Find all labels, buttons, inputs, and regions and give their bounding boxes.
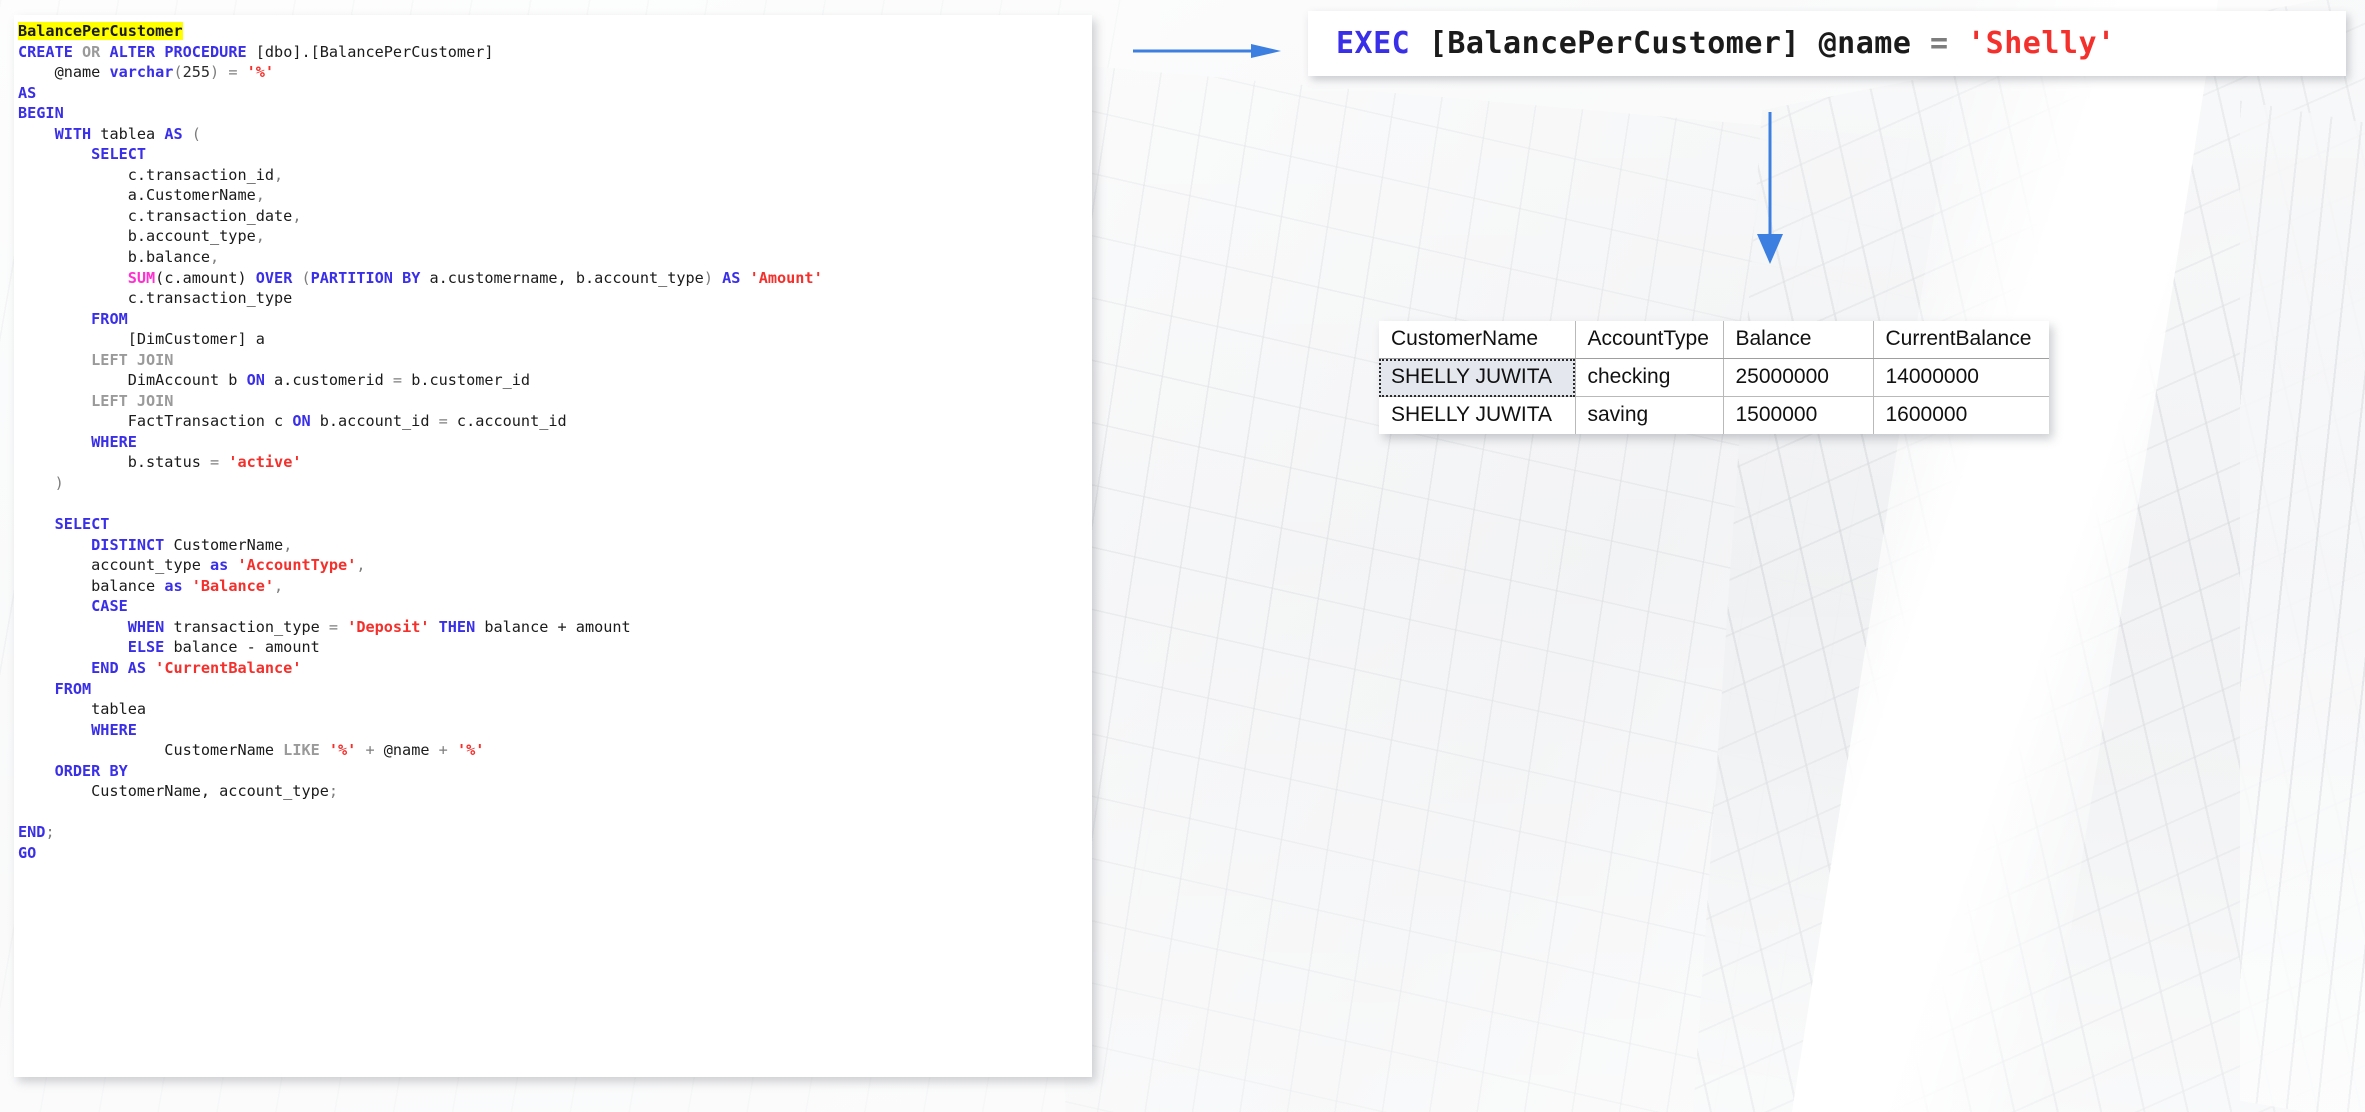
cell-customername[interactable]: SHELLY JUWITA — [1379, 396, 1576, 434]
arrow-down-icon — [1735, 112, 1805, 264]
code-line: b.balance, — [18, 248, 220, 267]
code-line: ORDER BY — [54, 761, 128, 780]
column-header-accounttype[interactable]: AccountType — [1575, 321, 1724, 359]
code-line: c.transaction_date, — [18, 206, 302, 225]
code-line: account_type as 'AccountType', — [18, 556, 366, 575]
code-line: a.CustomerName, — [18, 186, 265, 205]
slide-canvas: BalancePerCustomer CREATE OR ALTER PROCED… — [0, 0, 2365, 1112]
code-line: GO — [18, 843, 37, 862]
code-line: WHEN transaction_type = 'Deposit' THEN b… — [127, 617, 631, 636]
code-line: BEGIN — [18, 104, 64, 123]
cell-balance[interactable]: 1500000 — [1723, 396, 1874, 434]
code-line: SUM(c.amount) OVER (PARTITION BY a.custo… — [127, 268, 823, 287]
table-row[interactable]: SHELLY JUWITA checking 25000000 14000000 — [1379, 358, 2049, 397]
code-line: DimAccount b ON a.customerid = b.custome… — [18, 371, 531, 390]
code-line: SELECT — [91, 145, 147, 164]
code-line: WHERE — [91, 720, 137, 739]
code-line: END; — [18, 823, 55, 842]
code-line: DISTINCT CustomerName, — [91, 535, 293, 554]
code-line: LEFT JOIN — [91, 350, 174, 369]
code-line: FactTransaction c ON b.account_id = c.ac… — [18, 412, 567, 431]
code-line: @name varchar(255) = '%' — [18, 63, 275, 82]
query-results-panel: CustomerName AccountType Balance Current… — [1379, 321, 2049, 434]
code-line: c.transaction_type — [18, 289, 293, 308]
code-line: WHERE — [91, 432, 137, 451]
column-header-balance[interactable]: Balance — [1723, 321, 1874, 359]
code-line: ELSE balance - amount — [127, 638, 320, 657]
exec-statement-code[interactable]: EXEC [BalancePerCustomer] @name = 'Shell… — [1336, 26, 2116, 61]
code-line: AS — [18, 83, 37, 102]
results-table: CustomerName AccountType Balance Current… — [1379, 321, 2049, 434]
code-line: b.status = 'active' — [18, 453, 302, 472]
code-line: [DimCustomer] a — [18, 330, 265, 349]
code-line: BalancePerCustomer — [18, 22, 183, 40]
table-row[interactable]: SHELLY JUWITA saving 1500000 1600000 — [1379, 396, 2049, 435]
results-table-head: CustomerName AccountType Balance Current… — [1379, 321, 2049, 359]
code-line: tablea — [18, 700, 147, 719]
cell-currentbalance[interactable]: 14000000 — [1873, 358, 2049, 397]
cell-accounttype[interactable]: checking — [1575, 358, 1724, 397]
code-line: CustomerName LIKE '%' + @name + '%' — [18, 741, 485, 760]
code-line: FROM — [91, 309, 128, 328]
code-line: CREATE OR ALTER PROCEDURE [dbo].[Balance… — [18, 42, 494, 61]
results-table-body: SHELLY JUWITA checking 25000000 14000000… — [1379, 358, 2049, 435]
background-tower-sliver — [2240, 100, 2365, 1112]
column-header-customername[interactable]: CustomerName — [1379, 321, 1576, 359]
cell-customername[interactable]: SHELLY JUWITA — [1379, 358, 1576, 397]
code-line: ) — [18, 474, 64, 493]
code-line: FROM — [54, 679, 92, 698]
code-line: LEFT JOIN — [91, 391, 174, 410]
cell-balance[interactable]: 25000000 — [1723, 358, 1874, 397]
code-line: WITH tablea AS ( — [54, 124, 201, 143]
sql-code-panel: BalancePerCustomer CREATE OR ALTER PROCED… — [14, 15, 1092, 1077]
code-line: c.transaction_id, — [18, 165, 284, 184]
exec-statement-box: EXEC [BalancePerCustomer] @name = 'Shell… — [1308, 11, 2346, 76]
table-header-row: CustomerName AccountType Balance Current… — [1379, 321, 2049, 359]
code-line: b.account_type, — [18, 227, 265, 246]
code-line: CASE — [91, 597, 128, 616]
code-line: SELECT — [54, 515, 110, 534]
arrow-right-icon — [1133, 44, 1281, 58]
code-line: END AS 'CurrentBalance' — [91, 658, 302, 677]
column-header-currentbalance[interactable]: CurrentBalance — [1873, 321, 2049, 359]
sql-code-text[interactable]: BalancePerCustomer CREATE OR ALTER PROCED… — [14, 15, 1092, 863]
cell-currentbalance[interactable]: 1600000 — [1873, 397, 2049, 435]
code-line: CustomerName, account_type; — [18, 782, 339, 801]
code-line: balance as 'Balance', — [18, 576, 284, 595]
cell-accounttype[interactable]: saving — [1575, 396, 1724, 434]
